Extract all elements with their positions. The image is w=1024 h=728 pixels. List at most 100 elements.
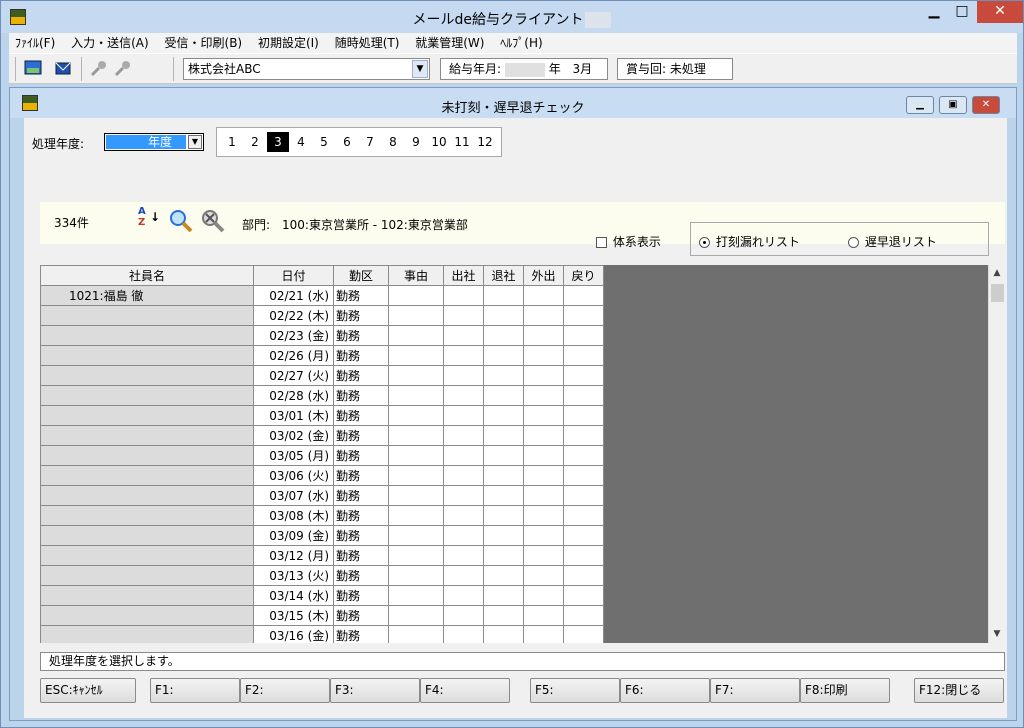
return-cell[interactable] [563, 585, 604, 606]
goout-cell[interactable] [523, 425, 564, 446]
employee-cell[interactable] [40, 325, 254, 346]
return-cell[interactable] [563, 465, 604, 486]
reason-cell[interactable] [388, 365, 444, 386]
out-cell[interactable] [483, 345, 524, 366]
date-cell[interactable]: 03/12 (月) [253, 545, 334, 566]
col-header-name[interactable]: 社員名 [40, 265, 254, 286]
month-tab[interactable]: 7 [359, 132, 381, 152]
out-cell[interactable] [483, 605, 524, 626]
in-cell[interactable] [443, 585, 484, 606]
out-cell[interactable] [483, 585, 524, 606]
employee-cell[interactable]: 1021:福島 徹 [40, 285, 254, 306]
month-tab[interactable]: 4 [290, 132, 312, 152]
return-cell[interactable] [563, 565, 604, 586]
in-cell[interactable] [443, 605, 484, 626]
date-cell[interactable]: 03/02 (金) [253, 425, 334, 446]
kind-cell[interactable]: 勤務 [333, 425, 389, 446]
month-tab[interactable]: 5 [313, 132, 335, 152]
key-icon[interactable] [113, 59, 135, 79]
goout-cell[interactable] [523, 545, 564, 566]
date-cell[interactable]: 02/21 (水) [253, 285, 334, 306]
f1-button[interactable]: F1: [150, 678, 240, 703]
out-cell[interactable] [483, 505, 524, 526]
clear-search-icon[interactable] [200, 208, 226, 237]
table-row[interactable]: 03/07 (水) 勤務 [40, 485, 604, 506]
reason-cell[interactable] [388, 285, 444, 306]
table-row[interactable]: 03/02 (金) 勤務 [40, 425, 604, 446]
in-cell[interactable] [443, 425, 484, 446]
checkbox-box[interactable] [596, 237, 607, 248]
kind-cell[interactable]: 勤務 [333, 345, 389, 366]
employee-cell[interactable] [40, 605, 254, 626]
date-cell[interactable]: 03/09 (金) [253, 525, 334, 546]
col-header-kind[interactable]: 勤区 [333, 265, 389, 286]
in-cell[interactable] [443, 445, 484, 466]
employee-cell[interactable] [40, 365, 254, 386]
f12-close-button[interactable]: F12:閉じる [914, 678, 1004, 703]
restore-button[interactable]: ▣ [939, 96, 967, 114]
kind-cell[interactable]: 勤務 [333, 365, 389, 386]
minimize-button[interactable]: ▁ [906, 96, 934, 114]
return-cell[interactable] [563, 545, 604, 566]
reason-cell[interactable] [388, 465, 444, 486]
out-cell[interactable] [483, 425, 524, 446]
employee-cell[interactable] [40, 305, 254, 326]
menu-receive[interactable]: 受信・印刷(B) [159, 33, 249, 53]
month-tab[interactable]: 2 [244, 132, 266, 152]
mail-icon[interactable] [53, 59, 75, 79]
goout-cell[interactable] [523, 505, 564, 526]
employee-cell[interactable] [40, 385, 254, 406]
in-cell[interactable] [443, 485, 484, 506]
reason-cell[interactable] [388, 305, 444, 326]
return-cell[interactable] [563, 285, 604, 306]
reason-cell[interactable] [388, 485, 444, 506]
in-cell[interactable] [443, 505, 484, 526]
return-cell[interactable] [563, 425, 604, 446]
menu-help[interactable]: ﾍﾙﾌﾟ(H) [494, 33, 548, 53]
reason-cell[interactable] [388, 425, 444, 446]
search-icon[interactable] [168, 208, 194, 237]
out-cell[interactable] [483, 325, 524, 346]
employee-cell[interactable] [40, 585, 254, 606]
table-row[interactable]: 03/09 (金) 勤務 [40, 525, 604, 546]
in-cell[interactable] [443, 365, 484, 386]
table-row[interactable]: 03/12 (月) 勤務 [40, 545, 604, 566]
date-cell[interactable]: 03/14 (水) [253, 585, 334, 606]
menu-process[interactable]: 随時処理(T) [329, 33, 406, 53]
f4-button[interactable]: F4: [420, 678, 510, 703]
table-row[interactable]: 02/22 (木) 勤務 [40, 305, 604, 326]
reason-cell[interactable] [388, 345, 444, 366]
close-button[interactable]: ✕ [972, 96, 1000, 114]
month-tab[interactable]: 3 [267, 132, 289, 152]
goout-cell[interactable] [523, 305, 564, 326]
goout-cell[interactable] [523, 565, 564, 586]
sort-icon[interactable]: A Z ↓ [138, 206, 160, 240]
date-cell[interactable]: 03/07 (水) [253, 485, 334, 506]
date-cell[interactable]: 03/15 (木) [253, 605, 334, 626]
in-cell[interactable] [443, 305, 484, 326]
f2-button[interactable]: F2: [240, 678, 330, 703]
col-header-in[interactable]: 出社 [443, 265, 484, 286]
employee-cell[interactable] [40, 465, 254, 486]
kind-cell[interactable]: 勤務 [333, 505, 389, 526]
year-select[interactable]: 年度 ▼ [104, 133, 204, 151]
reason-cell[interactable] [388, 525, 444, 546]
goout-cell[interactable] [523, 385, 564, 406]
employee-cell[interactable] [40, 425, 254, 446]
reason-cell[interactable] [388, 585, 444, 606]
kind-cell[interactable]: 勤務 [333, 625, 389, 643]
out-cell[interactable] [483, 485, 524, 506]
out-cell[interactable] [483, 305, 524, 326]
return-cell[interactable] [563, 445, 604, 466]
month-tab[interactable]: 6 [336, 132, 358, 152]
month-tab[interactable]: 1 [221, 132, 243, 152]
employee-cell[interactable] [40, 345, 254, 366]
return-cell[interactable] [563, 325, 604, 346]
month-tab[interactable]: 11 [451, 132, 473, 152]
scroll-up-icon[interactable]: ▲ [989, 265, 1005, 282]
close-button[interactable]: ✕ [977, 1, 1023, 23]
month-tab[interactable]: 8 [382, 132, 404, 152]
kind-cell[interactable]: 勤務 [333, 605, 389, 626]
return-cell[interactable] [563, 625, 604, 643]
goout-cell[interactable] [523, 625, 564, 643]
